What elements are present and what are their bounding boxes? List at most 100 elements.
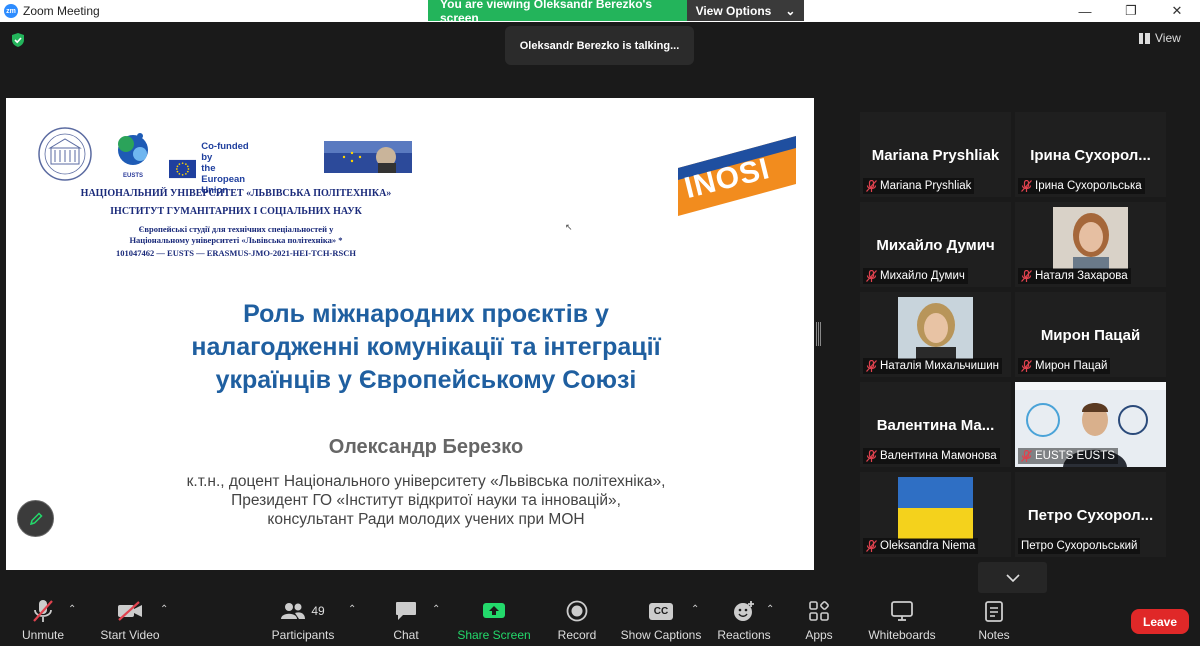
leave-button[interactable]: Leave — [1131, 609, 1189, 634]
chat-bubble-icon — [396, 602, 416, 620]
chat-button[interactable]: Chat — [386, 596, 426, 646]
participant-label: Наталія Михальчишин — [863, 358, 1003, 374]
share-screen-icon — [483, 603, 505, 618]
whiteboards-label: Whiteboards — [868, 628, 936, 642]
participant-name: Mariana Pryshliak — [880, 180, 972, 192]
participant-photo — [1053, 207, 1128, 269]
notes-button[interactable]: Notes — [974, 596, 1014, 646]
participant-tile[interactable]: Mariana Pryshliak Mariana Pryshliak — [860, 112, 1011, 197]
participant-name: Валентина Мамонова — [880, 450, 997, 462]
eusts-label: EUSTS — [122, 173, 143, 179]
participant-tile[interactable]: Петро Сухорол... Петро Сухорольський — [1015, 472, 1166, 557]
participant-name: Oleksandra Niema — [880, 540, 976, 552]
chevron-down-icon — [1005, 573, 1020, 582]
participant-name: Ірина Сухорольська — [1035, 180, 1142, 192]
eusts-logo-icon — [118, 133, 148, 165]
participant-tile[interactable]: Наталія Михальчишин — [860, 292, 1011, 377]
annotate-button[interactable] — [17, 500, 54, 537]
view-options-label: View Options — [695, 3, 772, 18]
slide-author-description: к.т.н., доцент Національного університет… — [126, 472, 726, 529]
participant-tile[interactable]: Наталя Захарова — [1015, 202, 1166, 287]
view-options-button[interactable]: View Options ⌄ — [687, 0, 804, 21]
unmute-button[interactable]: Unmute — [20, 596, 66, 646]
participant-label: Валентина Мамонова — [863, 448, 1000, 464]
mic-muted-icon — [1021, 180, 1032, 192]
participants-button[interactable]: 49 Participants — [268, 596, 338, 646]
unmute-label: Unmute — [21, 628, 65, 642]
participant-label: Ірина Сухорольська — [1018, 178, 1145, 194]
minimize-button[interactable]: — — [1062, 0, 1108, 22]
slide-header-university: НАЦІОНАЛЬНИЙ УНІВЕРСИТЕТ «ЛЬВІВСЬКА ПОЛІ… — [80, 188, 392, 199]
mic-muted-icon — [1021, 270, 1032, 282]
ukraine-flag-avatar — [898, 477, 973, 539]
participant-label: Михайло Думич — [863, 268, 968, 284]
talking-notice: Oleksandr Berezko is talking... — [505, 26, 694, 65]
mic-muted-icon — [866, 180, 877, 192]
participant-display-name: Ірина Сухорол... — [1030, 147, 1151, 164]
slide-header-institute: ІНСТИТУТ ГУМАНІТАРНИХ І СОЦІАЛЬНИХ НАУК — [110, 206, 362, 217]
window-controls: — ❐ ✕ — [1062, 0, 1200, 22]
participant-display-name: Петро Сухорол... — [1027, 507, 1154, 524]
participant-tile[interactable]: Ірина Сухорол... Ірина Сухорольська — [1015, 112, 1166, 197]
participant-display-name: Валентина Ма... — [876, 417, 995, 434]
chat-options-caret[interactable]: ⌃ — [432, 604, 440, 615]
record-label: Record — [557, 628, 597, 642]
close-button[interactable]: ✕ — [1154, 0, 1200, 22]
share-banner: You are viewing Oleksandr Berezko's scre… — [428, 0, 804, 25]
whiteboard-icon — [891, 601, 913, 621]
participant-tile[interactable]: Мирон Пацай Мирон Пацай — [1015, 292, 1166, 377]
participant-display-name: Мирон Пацай — [1040, 327, 1141, 344]
security-shield-icon[interactable] — [11, 33, 25, 47]
notes-icon — [985, 601, 1003, 622]
audio-options-caret[interactable]: ⌃ — [68, 604, 76, 615]
mouse-pointer-icon: ↖ — [565, 222, 573, 232]
eusts-logo: EUSTS — [112, 130, 154, 179]
shared-screen-slide: EUSTS Co-funded by the European Union НА… — [6, 98, 814, 570]
participants-options-caret[interactable]: ⌃ — [348, 604, 356, 615]
slide-title-line2: налагодженні комунікації та інтеграції — [191, 333, 661, 361]
apps-button[interactable]: Apps — [802, 596, 836, 646]
participant-label: Петро Сухорольський — [1018, 538, 1141, 554]
participant-tile[interactable]: EUSTS EUSTS — [1015, 382, 1166, 467]
participant-display-name: Михайло Думич — [876, 237, 995, 254]
participants-count: 49 — [311, 604, 325, 618]
inosi-logo: INOSI — [678, 136, 796, 216]
maximize-button[interactable]: ❐ — [1108, 0, 1154, 22]
whiteboards-button[interactable]: Whiteboards — [866, 596, 938, 646]
grid-view-icon — [1139, 32, 1150, 44]
record-button[interactable]: Record — [556, 596, 598, 646]
reactions-button[interactable]: Reactions — [716, 596, 772, 646]
share-screen-button[interactable]: Share Screen — [457, 596, 531, 646]
participant-name: EUSTS EUSTS — [1035, 450, 1115, 462]
meeting-toolbar: Unmute ⌃ Start Video ⌃ 49 Participants ⌃… — [0, 596, 1200, 646]
eu-text-line1: Co-funded by — [201, 141, 249, 163]
show-captions-button[interactable]: CC Show Captions — [620, 596, 702, 646]
video-options-caret[interactable]: ⌃ — [160, 604, 168, 615]
mic-muted-icon — [1021, 450, 1032, 462]
slide-header-program-line2: Національному університеті «Львівська по… — [129, 235, 343, 245]
slide-header-program: Європейські студії для технічних спеціал… — [66, 224, 406, 246]
gallery-scroll-down-button[interactable] — [978, 562, 1047, 593]
reactions-options-caret[interactable]: ⌃ — [766, 604, 774, 615]
mic-muted-icon — [866, 450, 877, 462]
start-video-button[interactable]: Start Video — [98, 596, 162, 646]
participant-name: Петро Сухорольський — [1021, 540, 1138, 552]
participant-tile[interactable]: Oleksandra Niema — [860, 472, 1011, 557]
slide-author: Олександр Березко — [328, 436, 524, 458]
participant-label: Мирон Пацай — [1018, 358, 1111, 374]
view-button[interactable]: View — [1139, 31, 1181, 45]
participant-name: Михайло Думич — [880, 270, 965, 282]
participant-label: Наталя Захарова — [1018, 268, 1131, 284]
closed-captions-icon: CC — [649, 602, 673, 620]
captions-options-caret[interactable]: ⌃ — [691, 604, 699, 615]
slide-title-line1: Роль міжнародних проєктів у — [243, 300, 609, 328]
participant-name: Наталя Захарова — [1035, 270, 1128, 282]
participants-label: Participants — [271, 628, 335, 642]
panel-splitter-handle[interactable] — [816, 322, 821, 346]
share-screen-label: Share Screen — [457, 628, 531, 642]
mic-muted-icon — [866, 540, 877, 552]
participant-tile[interactable]: Валентина Ма... Валентина Мамонова — [860, 382, 1011, 467]
jean-monnet-logo-icon — [324, 141, 412, 173]
participant-tile[interactable]: Михайло Думич Михайло Думич — [860, 202, 1011, 287]
video-off-icon — [118, 601, 142, 621]
